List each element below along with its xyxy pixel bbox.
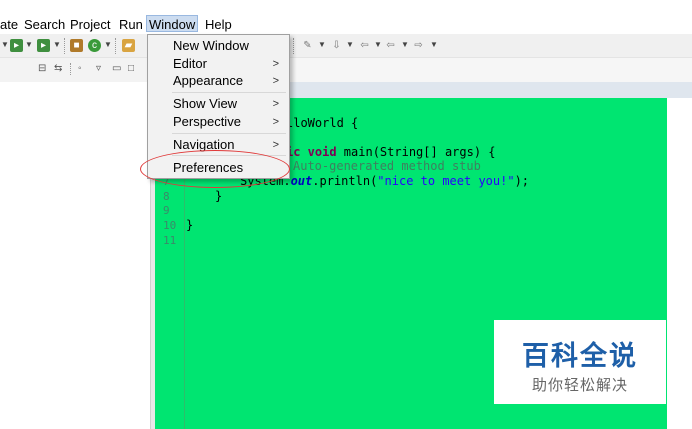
dropdown-arrow-icon[interactable]: ▼	[318, 40, 326, 49]
menu-item-label: Perspective	[173, 114, 241, 129]
menu-item-label: Editor	[173, 56, 207, 71]
toolbar-separator	[115, 38, 116, 54]
dropdown-arrow-icon[interactable]: ▼	[346, 40, 354, 49]
menu-item-label: New Window	[173, 38, 249, 53]
menu-separator	[172, 92, 286, 93]
watermark-logo: 百科全说 助你轻松解决	[494, 320, 666, 404]
menu-navigate[interactable]: ate	[0, 16, 18, 33]
code-comment[interactable]: Auto-generated method stub	[293, 159, 481, 173]
menu-item-appearance[interactable]: Appearance >	[149, 72, 289, 90]
toolbar-separator	[64, 38, 65, 54]
submenu-arrow-icon: >	[272, 139, 279, 151]
new-class-icon[interactable]: c	[88, 39, 101, 52]
menu-item-show-view[interactable]: Show View >	[149, 95, 289, 113]
menu-item-perspective[interactable]: Perspective >	[149, 113, 289, 131]
code-line[interactable]: lloWorld {	[286, 116, 358, 130]
dropdown-arrow-icon[interactable]: ▼	[104, 40, 112, 49]
dropdown-arrow-icon[interactable]: ▼	[374, 40, 382, 49]
view-menu-icon[interactable]: ▿	[96, 63, 101, 74]
maximize-icon[interactable]: □	[128, 63, 134, 74]
menu-window[interactable]: Window	[146, 15, 199, 32]
line-number: 9	[163, 204, 170, 217]
run-debug-icon[interactable]: ▸	[10, 39, 23, 52]
dropdown-arrow-icon[interactable]: ▼	[1, 40, 9, 49]
submenu-arrow-icon: >	[272, 58, 279, 70]
menu-run[interactable]: Run	[119, 16, 143, 33]
highlight-ellipse	[140, 150, 290, 188]
code-line[interactable]: }	[186, 218, 193, 232]
toolbar-separator	[70, 63, 71, 75]
line-number: 10	[163, 219, 177, 232]
menu-bar: ate Search Project Run Window Help	[0, 14, 692, 34]
open-folder-icon[interactable]: ▰	[122, 39, 135, 52]
view-toolbar: ⊟ ⇆ ◦ ▿ ▭ □	[0, 58, 150, 82]
focus-icon[interactable]: ◦	[78, 63, 82, 74]
menu-help[interactable]: Help	[205, 16, 232, 33]
submenu-arrow-icon: >	[272, 98, 279, 110]
link-editor-icon[interactable]: ⇆	[54, 63, 62, 74]
line-number: 11	[163, 234, 177, 247]
code-line[interactable]: }	[215, 189, 222, 203]
menu-item-new-window[interactable]: New Window	[149, 37, 289, 55]
menu-item-editor[interactable]: Editor >	[149, 55, 289, 73]
toolbar-separator	[293, 38, 294, 54]
menu-project[interactable]: Project	[70, 16, 110, 33]
dropdown-arrow-icon[interactable]: ▼	[53, 40, 61, 49]
submenu-arrow-icon: >	[272, 116, 279, 128]
dropdown-arrow-icon[interactable]: ▼	[430, 40, 438, 49]
main-toolbar: ▼ ▸ ▼ ▸ ▼ ■ c ▼ ▰ ✎ ▼ ⇩ ▼ ⇦ ▼ ⇦ ▼ ⇨ ▼	[0, 34, 692, 58]
last-edit-icon[interactable]: ⇦	[358, 39, 371, 52]
code-line[interactable]: ic void main(String[] args) {	[286, 145, 496, 159]
watermark-subtitle: 助你轻松解决	[531, 377, 628, 394]
menu-item-label: Appearance	[173, 73, 244, 88]
run-icon[interactable]: ▸	[37, 39, 50, 52]
back-icon[interactable]: ⇦	[384, 39, 397, 52]
line-number: 8	[163, 190, 170, 203]
watermark-title: 百科全说	[522, 341, 638, 371]
annotation-icon[interactable]: ✎	[301, 39, 314, 52]
minimize-icon[interactable]: ▭	[112, 63, 121, 74]
menu-separator	[172, 133, 286, 134]
overview-ruler	[667, 98, 692, 429]
next-annotation-icon[interactable]: ⇩	[330, 39, 343, 52]
dropdown-arrow-icon[interactable]: ▼	[401, 40, 409, 49]
package-explorer	[0, 82, 150, 429]
menu-search[interactable]: Search	[24, 16, 65, 33]
new-package-icon[interactable]: ■	[70, 39, 83, 52]
dropdown-arrow-icon[interactable]: ▼	[25, 40, 33, 49]
submenu-arrow-icon: >	[272, 75, 279, 87]
collapse-all-icon[interactable]: ⊟	[38, 63, 46, 74]
forward-icon[interactable]: ⇨	[412, 39, 425, 52]
menu-item-label: Show View	[173, 96, 238, 111]
